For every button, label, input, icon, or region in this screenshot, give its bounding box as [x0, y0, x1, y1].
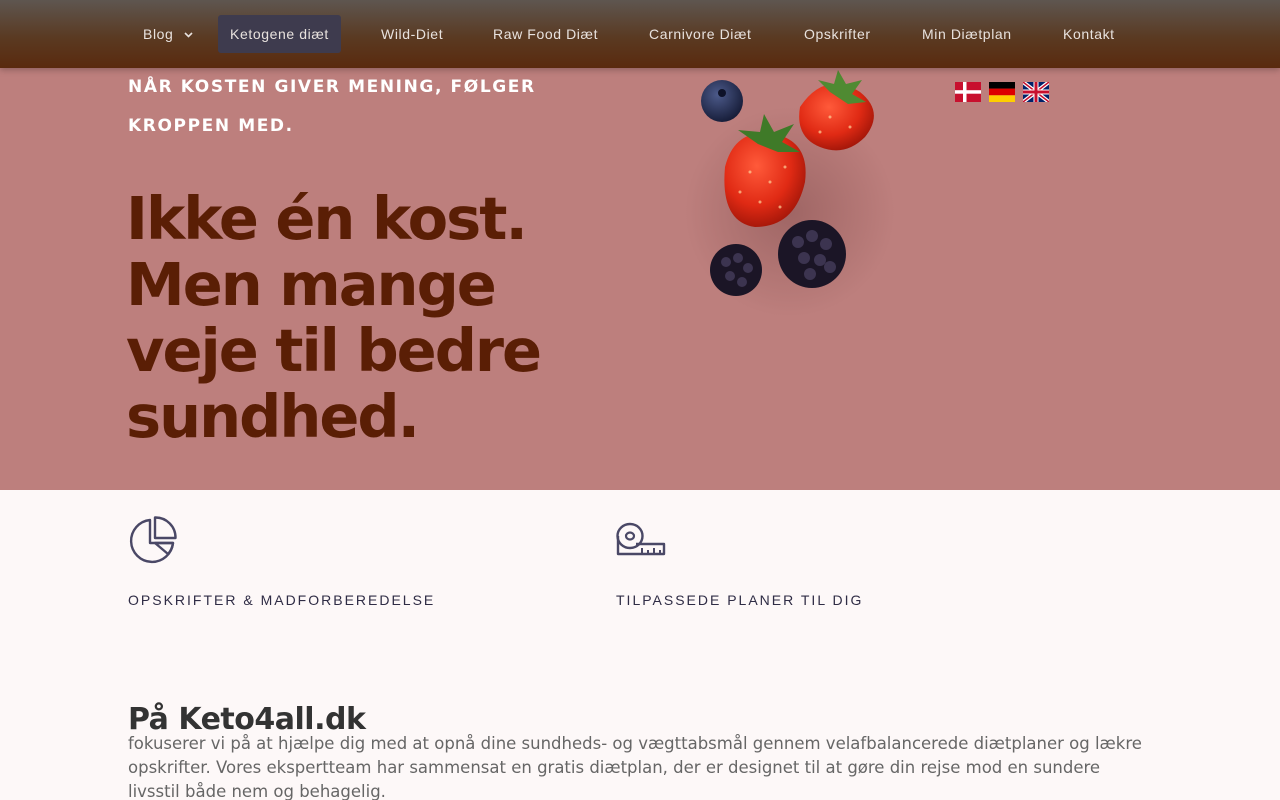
nav-item-label: Kontakt [1063, 26, 1115, 42]
nav-item-blog[interactable]: Blog [143, 15, 193, 53]
nav-item-label: Raw Food Diæt [493, 26, 599, 42]
nav-item-label: Min Diætplan [922, 26, 1012, 42]
feature-title: OPSKRIFTER & MADFORBEREDELSE [128, 592, 436, 608]
nav-item-label: Opskrifter [804, 26, 871, 42]
nav-item-min-diaetplan[interactable]: Min Diætplan [922, 15, 1012, 53]
nav-item-kontakt[interactable]: Kontakt [1063, 15, 1115, 53]
nav-item-ketogene-diaet[interactable]: Ketogene diæt [218, 15, 341, 53]
nav-item-carnivore-diaet[interactable]: Carnivore Diæt [649, 15, 752, 53]
main-navigation: Blog Ketogene diæt Wild-Diet Raw Food Di… [0, 0, 1280, 68]
nav-item-raw-food-diaet[interactable]: Raw Food Diæt [493, 15, 598, 53]
about-text: fokuserer vi på at hjælpe dig med at opn… [128, 734, 1142, 800]
german-flag-icon[interactable] [989, 82, 1015, 102]
danish-flag-icon[interactable] [955, 82, 981, 102]
measuring-tape-icon [616, 522, 666, 556]
nav-item-wild-diet[interactable]: Wild-Diet [381, 15, 443, 53]
hero-tagline: NÅR KOSTEN GIVER MENING, FØLGER KROPPEN … [128, 77, 536, 136]
headline-line: sundhed. [126, 382, 420, 451]
pie-chart-icon [129, 516, 177, 564]
nav-item-label: Carnivore Diæt [649, 26, 752, 42]
uk-flag-icon[interactable] [1023, 82, 1049, 102]
headline-line: Ikke én kost. [126, 184, 528, 253]
hero-section: NÅR KOSTEN GIVER MENING, FØLGER KROPPEN … [0, 0, 1280, 490]
chevron-down-icon [184, 32, 193, 38]
berries-image [685, 70, 895, 317]
feature-title: TILPASSEDE PLANER TIL DIG [616, 592, 864, 608]
hero-headline: Ikke én kost. Men mange veje til bedre s… [126, 186, 596, 450]
headline-line: Men mange [126, 250, 497, 319]
nav-item-opskrifter[interactable]: Opskrifter [804, 15, 871, 53]
nav-item-label: Ketogene diæt [230, 26, 329, 42]
headline-line: veje til bedre [126, 316, 542, 385]
nav-item-label: Blog [143, 26, 174, 42]
nav-item-label: Wild-Diet [381, 26, 444, 42]
